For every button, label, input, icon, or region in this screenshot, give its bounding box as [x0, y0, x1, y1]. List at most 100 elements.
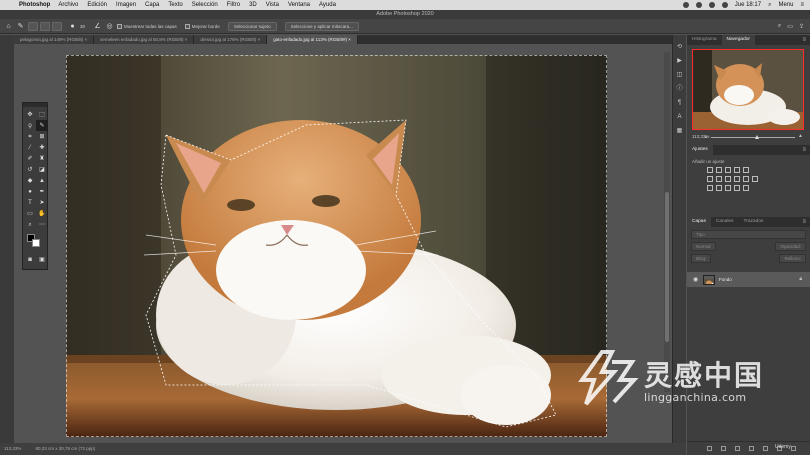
history-icon[interactable]: ⟲ [676, 43, 684, 51]
photo-filter-icon[interactable] [734, 176, 740, 182]
navigator-zoom-slider[interactable] [711, 135, 795, 139]
blend-mode-select[interactable]: Normal [691, 242, 716, 251]
add-mask-icon[interactable] [735, 446, 740, 451]
select-subject-button[interactable]: Seleccionar sujeto [227, 21, 277, 31]
channel-mixer-icon[interactable] [743, 176, 749, 182]
menu-app-name[interactable]: Photoshop [19, 0, 50, 10]
zoom-slider-knob[interactable] [755, 135, 759, 139]
zoom-tool-icon[interactable]: ⌕ [24, 219, 36, 230]
posterize-icon[interactable] [716, 185, 722, 191]
enhance-edge-checkbox[interactable] [184, 23, 190, 29]
layer-row[interactable]: ◉ Fondo 🔒︎ [687, 272, 810, 287]
color-lookup-icon[interactable] [752, 176, 758, 182]
exposure-icon[interactable] [734, 167, 740, 173]
tab-document-active[interactable]: gato-enfadado.jpg al 113% (RGB/8#) × [267, 35, 358, 44]
tray-icon[interactable] [682, 2, 689, 8]
new-selection-button[interactable] [28, 21, 38, 31]
paint-bucket-tool-icon[interactable]: ◆ [24, 175, 36, 186]
background-color-swatch[interactable] [32, 239, 40, 247]
lock-icon[interactable]: 🔒︎ [799, 276, 802, 282]
layer-name[interactable]: Fondo [719, 277, 732, 282]
marquee-tool-icon[interactable]: ⬚ [36, 109, 48, 120]
history-brush-tool-icon[interactable]: ↺ [24, 164, 36, 175]
workspace-icon[interactable]: ▭ [787, 23, 793, 30]
gradient-map-icon[interactable] [734, 185, 740, 191]
character-icon[interactable]: A [676, 113, 684, 121]
brush-size[interactable]: 30 [80, 24, 85, 29]
zoom-out-icon[interactable]: ▲ [704, 134, 708, 139]
info-icon[interactable]: ⓘ [676, 85, 684, 93]
menu-ayuda[interactable]: Ayuda [319, 0, 336, 10]
more-tools-icon[interactable]: ⋯ [36, 219, 48, 230]
subtract-selection-button[interactable] [52, 21, 62, 31]
tab-document[interactable]: dress4.jpg al 176% (RGB/8) × [194, 35, 268, 44]
battery-icon[interactable] [721, 2, 728, 8]
tab-adjustments[interactable]: Ajustes [687, 145, 713, 155]
menu-imagen[interactable]: Imagen [116, 0, 136, 10]
selective-color-icon[interactable] [743, 185, 749, 191]
sample-all-layers-checkbox[interactable] [117, 23, 123, 29]
invert-icon[interactable] [707, 185, 713, 191]
link-layers-icon[interactable] [707, 446, 712, 451]
quick-selection-tool-icon[interactable]: ✎ [36, 120, 48, 131]
menu-edicion[interactable]: Edición [87, 0, 107, 10]
type-tool-icon[interactable]: T [24, 197, 36, 208]
menu-filtro[interactable]: Filtro [227, 0, 240, 10]
menu-vista[interactable]: Vista [266, 0, 279, 10]
menu-archivo[interactable]: Archivo [58, 0, 78, 10]
layer-style-icon[interactable] [721, 446, 726, 451]
curves-icon[interactable] [725, 167, 731, 173]
move-tool-icon[interactable]: ✥ [24, 109, 36, 120]
adjust-icon[interactable]: ◫ [676, 71, 684, 79]
search-icon[interactable]: ⌕ [778, 23, 781, 30]
pressure-icon[interactable]: ◎ [105, 22, 114, 31]
angle-icon[interactable]: ∠ [93, 22, 102, 31]
brush-picker-icon[interactable]: ● [68, 22, 77, 31]
tab-document[interactable]: semeleen enfadado.jpg al 50,8% (RGB/8) × [94, 35, 195, 44]
crop-tool-icon[interactable]: ⌗ [24, 131, 36, 142]
list-icon[interactable]: ≡ [800, 0, 804, 10]
vibrance-icon[interactable] [743, 167, 749, 173]
add-selection-button[interactable] [40, 21, 50, 31]
frame-tool-icon[interactable]: ⊠ [36, 131, 48, 142]
tab-paths[interactable]: Trazados [738, 217, 768, 227]
quick-selection-tool-icon[interactable]: ✎ [16, 22, 25, 31]
quick-mask-icon[interactable]: ◙ [24, 254, 36, 265]
menu-label[interactable]: Menu [778, 0, 793, 10]
home-icon[interactable]: ⌂ [4, 22, 13, 31]
panel-menu-icon[interactable]: ≡ [802, 145, 806, 155]
eyedropper-tool-icon[interactable]: ⁄ [24, 142, 36, 153]
status-zoom[interactable]: 113,33% [4, 443, 21, 455]
tab-histogram[interactable]: Histograma [687, 35, 722, 45]
delete-layer-icon[interactable] [791, 446, 796, 451]
eraser-tool-icon[interactable]: ◪ [36, 164, 48, 175]
tray-icon[interactable] [695, 2, 702, 8]
fill-label[interactable]: Relleno: [779, 254, 806, 263]
zoom-in-icon[interactable]: ▲ [798, 133, 803, 139]
scrollbar-thumb[interactable] [665, 192, 669, 342]
wifi-icon[interactable] [708, 2, 715, 8]
color-swatches[interactable] [23, 232, 47, 252]
select-and-mask-button[interactable]: Seleccione y aplicar máscara... [284, 21, 359, 31]
swatches-icon[interactable]: ▦ [676, 127, 684, 135]
dodge-tool-icon[interactable]: ● [24, 186, 36, 197]
black-white-icon[interactable] [725, 176, 731, 182]
lasso-tool-icon[interactable]: ϙ [24, 120, 36, 131]
hue-saturation-icon[interactable] [707, 176, 713, 182]
levels-icon[interactable] [716, 167, 722, 173]
tab-navigator[interactable]: Navegador [721, 35, 755, 45]
panel-menu-icon[interactable]: ≡ [802, 217, 806, 227]
stamp-tool-icon[interactable]: ♜ [36, 153, 48, 164]
new-adjustment-icon[interactable] [749, 446, 754, 451]
menu-ventana[interactable]: Ventana [288, 0, 310, 10]
layer-filter-field[interactable]: Tipo [691, 230, 806, 239]
cat-photo[interactable] [66, 55, 607, 437]
status-doc-info[interactable]: 80,23 cm x 30,78 cm (72 ppp) [35, 443, 95, 455]
tab-document[interactable]: pelagomia.jpg al 149% (RGB/8) × [14, 35, 95, 44]
share-icon[interactable]: ⇪ [799, 23, 804, 30]
lock-label[interactable]: Bloq: [691, 254, 712, 263]
menu-3d[interactable]: 3D [249, 0, 257, 10]
menu-texto[interactable]: Texto [168, 0, 182, 10]
pen-tool-icon[interactable]: ✒ [36, 186, 48, 197]
menu-capa[interactable]: Capa [145, 0, 159, 10]
